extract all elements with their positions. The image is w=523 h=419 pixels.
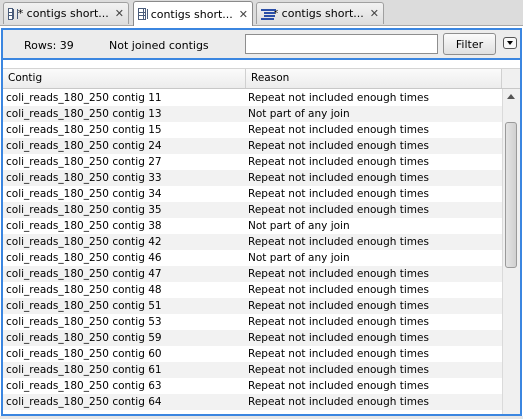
cell-contig: coli_reads_180_250 contig 11 bbox=[6, 92, 162, 104]
cell-reason: Repeat not included enough times bbox=[248, 156, 429, 168]
table-row[interactable]: coli_reads_180_250 contig 33 Repeat not i… bbox=[3, 170, 502, 186]
row-count-label: Rows: 39 bbox=[24, 39, 74, 52]
scrollbar-thumb[interactable] bbox=[505, 122, 517, 268]
table-options-menu-button[interactable] bbox=[503, 37, 517, 49]
table-row[interactable]: coli_reads_180_250 contig 13 Not part of … bbox=[3, 106, 502, 122]
cell-contig: coli_reads_180_250 contig 13 bbox=[6, 108, 162, 120]
table-header: Contig Reason bbox=[3, 68, 502, 89]
cell-reason: Repeat not included enough times bbox=[248, 348, 429, 360]
cell-reason: Repeat not included enough times bbox=[248, 236, 429, 248]
table-row[interactable]: coli_reads_180_250 contig 38 Not part of … bbox=[3, 218, 502, 234]
cell-contig: coli_reads_180_250 contig 46 bbox=[6, 252, 162, 264]
table-toolbar: Rows: 39 Not joined contigs Filter bbox=[3, 30, 520, 60]
table-icon bbox=[138, 8, 146, 20]
cell-contig: coli_reads_180_250 contig 38 bbox=[6, 220, 162, 232]
table-row[interactable]: coli_reads_180_250 contig 47 Repeat not i… bbox=[3, 266, 502, 282]
cell-reason: Repeat not included enough times bbox=[248, 316, 429, 328]
column-header-contig[interactable]: Contig bbox=[3, 69, 246, 88]
cell-contig: coli_reads_180_250 contig 35 bbox=[6, 204, 162, 216]
cell-contig: coli_reads_180_250 contig 27 bbox=[6, 156, 162, 168]
cell-reason: Repeat not included enough times bbox=[248, 140, 429, 152]
column-header-reason[interactable]: Reason bbox=[246, 69, 502, 88]
cell-reason: Repeat not included enough times bbox=[248, 380, 429, 392]
table-row[interactable]: coli_reads_180_250 contig 61 Repeat not i… bbox=[3, 362, 502, 378]
cell-contig: coli_reads_180_250 contig 51 bbox=[6, 300, 162, 312]
cell-contig: coli_reads_180_250 contig 61 bbox=[6, 364, 162, 376]
cell-contig: coli_reads_180_250 contig 59 bbox=[6, 332, 162, 344]
cell-contig: coli_reads_180_250 contig 64 bbox=[6, 396, 162, 408]
cell-reason: Not part of any join bbox=[248, 108, 350, 120]
table-row[interactable]: coli_reads_180_250 contig 42 Repeat not i… bbox=[3, 234, 502, 250]
header-corner bbox=[502, 68, 520, 89]
table-row[interactable]: coli_reads_180_250 contig 34 Repeat not i… bbox=[3, 186, 502, 202]
table-row[interactable]: coli_reads_180_250 contig 59 Repeat not i… bbox=[3, 330, 502, 346]
cell-reason: Repeat not included enough times bbox=[248, 300, 429, 312]
cell-reason: Repeat not included enough times bbox=[248, 92, 429, 104]
table-row[interactable]: coli_reads_180_250 contig 64 Repeat not i… bbox=[3, 394, 502, 410]
cell-reason: Repeat not included enough times bbox=[248, 204, 429, 216]
table-row[interactable]: coli_reads_180_250 contig 48 Repeat not i… bbox=[3, 282, 502, 298]
scroll-up-arrow-icon[interactable] bbox=[507, 94, 515, 99]
table-row[interactable]: coli_reads_180_250 contig 51 Repeat not i… bbox=[3, 298, 502, 314]
cell-reason: Repeat not included enough times bbox=[248, 172, 429, 184]
cell-reason: Repeat not included enough times bbox=[248, 284, 429, 296]
cell-reason: Repeat not included enough times bbox=[248, 124, 429, 136]
cell-contig: coli_reads_180_250 contig 24 bbox=[6, 140, 162, 152]
text-list-icon bbox=[261, 8, 276, 20]
cell-contig: coli_reads_180_250 contig 42 bbox=[6, 236, 162, 248]
table-row[interactable]: coli_reads_180_250 contig 63 Repeat not i… bbox=[3, 378, 502, 394]
cell-reason: Not part of any join bbox=[248, 220, 350, 232]
table-description-label: Not joined contigs bbox=[109, 39, 209, 52]
filter-button[interactable]: Filter bbox=[443, 33, 496, 55]
tab-contigs-text-unsaved[interactable]: * contigs short... ✕ bbox=[256, 2, 384, 24]
table-row[interactable]: coli_reads_180_250 contig 60 Repeat not i… bbox=[3, 346, 502, 362]
table-row[interactable]: coli_reads_180_250 contig 15 Repeat not i… bbox=[3, 122, 502, 138]
close-icon[interactable]: ✕ bbox=[370, 8, 379, 19]
cell-contig: coli_reads_180_250 contig 60 bbox=[6, 348, 162, 360]
cell-contig: coli_reads_180_250 contig 53 bbox=[6, 316, 162, 328]
table-row[interactable]: coli_reads_180_250 contig 53 Repeat not i… bbox=[3, 314, 502, 330]
cell-contig: coli_reads_180_250 contig 15 bbox=[6, 124, 162, 136]
tab-label: * contigs short... bbox=[17, 7, 109, 20]
tab-contigs-table-unsaved[interactable]: * contigs short... ✕ bbox=[3, 2, 129, 24]
cell-contig: coli_reads_180_250 contig 34 bbox=[6, 188, 162, 200]
cell-reason: Not part of any join bbox=[248, 252, 350, 264]
filter-input[interactable] bbox=[245, 34, 438, 54]
table-row[interactable]: coli_reads_180_250 contig 46 Not part of … bbox=[3, 250, 502, 266]
editor-tab-bar: * contigs short... ✕ contigs short... ✕ … bbox=[0, 0, 523, 26]
tab-label: contigs short... bbox=[150, 7, 233, 21]
chevron-down-icon bbox=[507, 41, 513, 45]
cell-contig: coli_reads_180_250 contig 63 bbox=[6, 380, 162, 392]
close-icon[interactable]: ✕ bbox=[239, 9, 248, 20]
table-icon bbox=[8, 7, 14, 20]
table-body: coli_reads_180_250 contig 11 Repeat not i… bbox=[3, 90, 502, 410]
cell-contig: coli_reads_180_250 contig 33 bbox=[6, 172, 162, 184]
close-icon[interactable]: ✕ bbox=[115, 8, 124, 19]
table-row[interactable]: coli_reads_180_250 contig 11 Repeat not i… bbox=[3, 90, 502, 106]
table-row[interactable]: coli_reads_180_250 contig 35 Repeat not i… bbox=[3, 202, 502, 218]
cell-contig: coli_reads_180_250 contig 48 bbox=[6, 284, 162, 296]
contigs-table: Contig Reason coli_reads_180_250 contig … bbox=[3, 62, 520, 414]
vertical-scrollbar[interactable] bbox=[502, 89, 520, 414]
table-row[interactable]: coli_reads_180_250 contig 24 Repeat not i… bbox=[3, 138, 502, 154]
cell-contig: coli_reads_180_250 contig 47 bbox=[6, 268, 162, 280]
tab-label: * contigs short... bbox=[272, 7, 364, 20]
table-row[interactable]: coli_reads_180_250 contig 27 Repeat not i… bbox=[3, 154, 502, 170]
tab-contigs-table-active[interactable]: contigs short... ✕ bbox=[133, 1, 253, 26]
cell-reason: Repeat not included enough times bbox=[248, 396, 429, 408]
cell-reason: Repeat not included enough times bbox=[248, 268, 429, 280]
cell-reason: Repeat not included enough times bbox=[248, 364, 429, 376]
cell-reason: Repeat not included enough times bbox=[248, 188, 429, 200]
cell-reason: Repeat not included enough times bbox=[248, 332, 429, 344]
